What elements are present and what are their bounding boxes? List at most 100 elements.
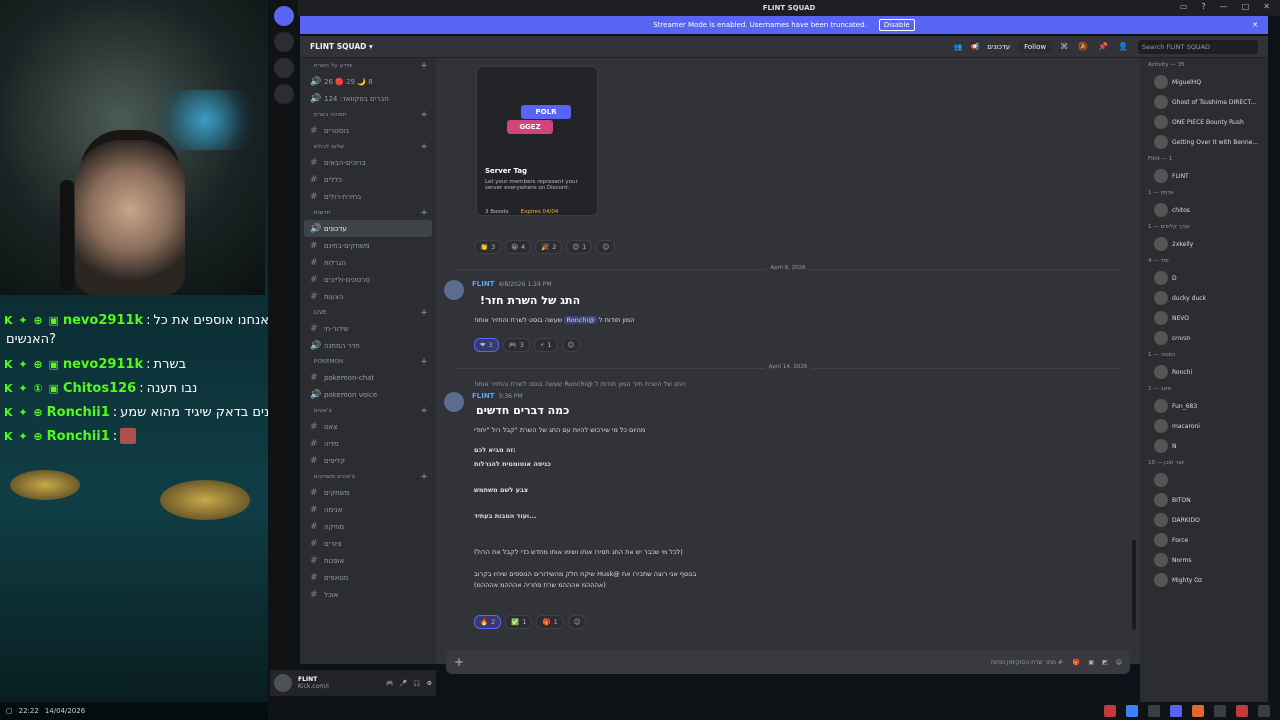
member-item[interactable] (1140, 470, 1268, 490)
channel-item[interactable]: # בוסטרים (300, 122, 436, 139)
member-item[interactable]: Force (1140, 530, 1268, 550)
member-item[interactable]: N (1140, 436, 1268, 456)
discord-icon[interactable] (1170, 705, 1182, 717)
maximize-icon[interactable]: □ (1242, 2, 1250, 11)
category-header[interactable]: צ'אטים + (300, 403, 436, 418)
message-input[interactable]: + # מחר שרת הפוקימון נפתח 🎁 ▣ ◩ ☺ (446, 650, 1130, 674)
channel-item[interactable]: # ציורים (300, 535, 436, 552)
channel-item[interactable]: # משחקים-בחינם (300, 237, 436, 254)
vscode-icon[interactable] (1258, 705, 1270, 717)
channel-item[interactable]: 🔊 עדכונים (304, 220, 432, 237)
mute-icon[interactable]: 🔕 (1078, 42, 1088, 51)
channel-item[interactable]: # ברוכים-הבאים (300, 154, 436, 171)
minimize-icon[interactable]: — (1220, 2, 1228, 11)
member-item[interactable]: תפוחים (1140, 328, 1268, 348)
category-header[interactable]: שלום לכולם + (300, 139, 436, 154)
category-header[interactable]: צ'אטים משחקים + (300, 469, 436, 484)
reaction[interactable]: ❤ 3 (474, 338, 499, 352)
reaction[interactable]: ⚡ 1 (533, 338, 558, 352)
plus-icon[interactable]: + (420, 61, 428, 71)
member-item[interactable]: D (1140, 268, 1268, 288)
close-banner-icon[interactable]: ✕ (1252, 21, 1258, 29)
member-item[interactable]: ONE PIECE Bounty Rush (1140, 112, 1268, 132)
channel-item[interactable]: # מוזיקה (300, 518, 436, 535)
app-icon[interactable] (1214, 705, 1226, 717)
sticker-icon[interactable]: ◩ (1102, 659, 1108, 666)
camera-icon[interactable]: 🎮 (386, 680, 393, 687)
member-item[interactable]: 2xkelly (1140, 234, 1268, 254)
reaction[interactable]: 👏 3 (474, 240, 502, 254)
inbox-icon[interactable]: ▭ (1180, 2, 1188, 11)
plus-icon[interactable]: + (420, 472, 428, 482)
member-item[interactable]: MiguelHQ (1140, 72, 1268, 92)
add-reaction-icon[interactable]: ☺ (567, 615, 587, 629)
channel-item[interactable]: # קליפים (300, 452, 436, 469)
guild-name[interactable]: FLINT SQUAD ▾ (300, 42, 436, 51)
reaction[interactable]: 🔥 2 (474, 615, 502, 629)
scrollbar[interactable] (1132, 540, 1136, 630)
server-icon[interactable] (274, 84, 294, 104)
reaction[interactable]: 😀 4 (505, 240, 532, 254)
reaction[interactable]: ✅ 1 (505, 615, 533, 629)
gif-icon[interactable]: ▣ (1088, 659, 1094, 666)
plus-icon[interactable]: + (420, 110, 428, 120)
channel-item[interactable]: # שידור-חי (300, 320, 436, 337)
member-item[interactable]: Norms (1140, 550, 1268, 570)
members-icon[interactable]: 👤 (1118, 42, 1128, 51)
settings-icon[interactable]: ⚙ (427, 680, 432, 687)
plus-icon[interactable]: + (420, 142, 428, 152)
channel-item[interactable]: # אופנות (300, 552, 436, 569)
category-header[interactable]: POKEMON + (300, 354, 436, 369)
gift-icon[interactable]: 🎁 (1073, 659, 1080, 666)
reaction[interactable]: 🎮 3 (502, 338, 530, 352)
threads-icon[interactable]: ⌘ (1060, 42, 1068, 51)
member-item[interactable]: Ronchi (1140, 362, 1268, 382)
channel-item[interactable]: 🔊 חדר המתנה (300, 337, 436, 354)
category-header[interactable]: LIVE + (300, 305, 436, 320)
reaction[interactable]: 🎁 1 (536, 615, 564, 629)
chat-icon[interactable]: ▢ (6, 707, 13, 715)
youtube-icon[interactable] (1104, 705, 1116, 717)
add-reaction-icon[interactable]: ☺ (596, 240, 616, 254)
close-icon[interactable]: ✕ (1263, 2, 1270, 11)
follow-button[interactable]: Follow (1018, 40, 1053, 53)
channel-item[interactable]: # הגרלות (300, 254, 436, 271)
firefox-icon[interactable] (1192, 705, 1204, 717)
category-header[interactable]: מידע על השרת + (300, 58, 436, 73)
mic-icon[interactable]: 🎤 (400, 680, 407, 687)
plus-icon[interactable]: + (454, 655, 464, 669)
member-item[interactable]: Mighty Oz (1140, 570, 1268, 590)
plus-icon[interactable]: + (420, 208, 428, 218)
channel-item[interactable]: # pokemon-chat (300, 369, 436, 386)
avatar[interactable] (444, 392, 464, 412)
search-input[interactable]: Search FLINT SQUAD (1138, 39, 1258, 54)
member-item[interactable]: BITON (1140, 490, 1268, 510)
disable-button[interactable]: Disable (878, 19, 915, 31)
edge-icon[interactable] (1126, 705, 1138, 717)
member-item[interactable]: chitos (1140, 200, 1268, 220)
channel-item[interactable]: 🔊 חברים בסקוואד: 124 (300, 90, 436, 107)
author-name[interactable]: FLINT (472, 280, 494, 288)
member-item[interactable]: Getting Over It with Benne... (1140, 132, 1268, 152)
category-header[interactable]: תמיכה בשרת + (300, 107, 436, 122)
member-item[interactable]: macaroni (1140, 416, 1268, 436)
member-item[interactable]: Ghost of Tsushima DIRECT... (1140, 92, 1268, 112)
channel-item[interactable]: # מדיה (300, 435, 436, 452)
member-item[interactable]: DARKIDO (1140, 510, 1268, 530)
channel-item[interactable]: # סרטונים-ולייבים (300, 271, 436, 288)
member-item[interactable]: Fun_683 (1140, 396, 1268, 416)
steam-icon[interactable] (1148, 705, 1160, 717)
channel-item[interactable]: 🔊 26 🔴 29 🌙 8 (300, 73, 436, 90)
avatar[interactable] (444, 280, 464, 300)
plus-icon[interactable]: + (420, 308, 428, 318)
author-name[interactable]: FLINT (472, 392, 494, 400)
home-button[interactable] (274, 6, 294, 26)
channel-item[interactable]: # אוכל (300, 586, 436, 603)
server-icon[interactable] (274, 32, 294, 52)
member-item[interactable]: FLINT (1140, 166, 1268, 186)
people-icon[interactable]: 👥 (954, 43, 963, 51)
channel-item[interactable]: # צאט (300, 418, 436, 435)
emoji-icon[interactable]: ☺ (1116, 659, 1122, 666)
plus-icon[interactable]: + (420, 406, 428, 416)
channel-item[interactable]: # כללים (300, 171, 436, 188)
